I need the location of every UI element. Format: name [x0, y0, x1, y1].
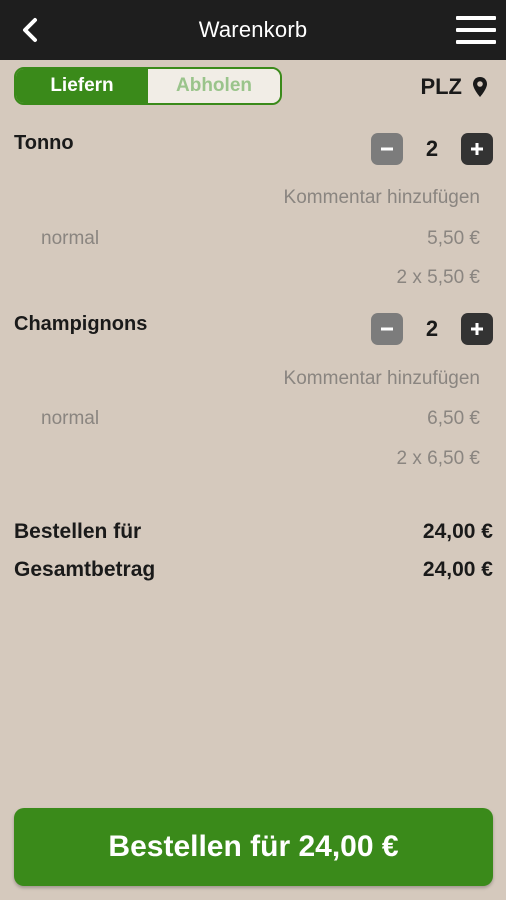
decrease-quantity-button[interactable] [371, 313, 403, 345]
tab-liefern[interactable]: Liefern [16, 69, 148, 103]
minus-icon [381, 327, 393, 331]
item-unit-price: 5,50 € [427, 228, 480, 249]
total-value: 24,00 € [422, 558, 493, 581]
item-line-total: 2 x 5,50 € [396, 267, 480, 288]
hamburger-menu-icon[interactable] [456, 12, 496, 48]
map-pin-icon [473, 77, 487, 97]
order-for-value: 24,00 € [422, 520, 493, 543]
decrease-quantity-button[interactable] [371, 133, 403, 165]
item-variant: normal [41, 408, 100, 429]
top-app-bar: Warenkorb [0, 0, 506, 60]
page-title: Warenkorb [198, 17, 308, 42]
increase-quantity-button[interactable] [461, 133, 493, 165]
delivery-mode-toggle: Liefern Abholen [14, 67, 282, 105]
cart-item-name: Champignons [14, 313, 148, 335]
quantity-stepper: 2 [371, 133, 493, 165]
quantity-value: 2 [425, 136, 439, 161]
postal-code-label: PLZ [420, 74, 462, 99]
quantity-stepper: 2 [371, 313, 493, 345]
increase-quantity-button[interactable] [461, 313, 493, 345]
quantity-value: 2 [425, 316, 439, 341]
tab-abholen[interactable]: Abholen [148, 69, 280, 103]
plus-icon [471, 323, 483, 335]
add-comment-link[interactable]: Kommentar hinzufügen [284, 368, 480, 390]
cart-item-name: Tonno [14, 132, 74, 154]
postal-code-selector[interactable]: PLZ [420, 70, 488, 104]
item-line-total: 2 x 6,50 € [396, 448, 480, 469]
add-comment-link[interactable]: Kommentar hinzufügen [284, 187, 480, 209]
item-variant: normal [41, 228, 100, 249]
place-order-button[interactable]: Bestellen für 24,00 € [14, 808, 493, 886]
minus-icon [381, 147, 393, 151]
item-unit-price: 6,50 € [427, 408, 480, 429]
plus-icon [471, 143, 483, 155]
order-for-label: Bestellen für [14, 520, 142, 543]
total-label: Gesamtbetrag [14, 558, 156, 581]
